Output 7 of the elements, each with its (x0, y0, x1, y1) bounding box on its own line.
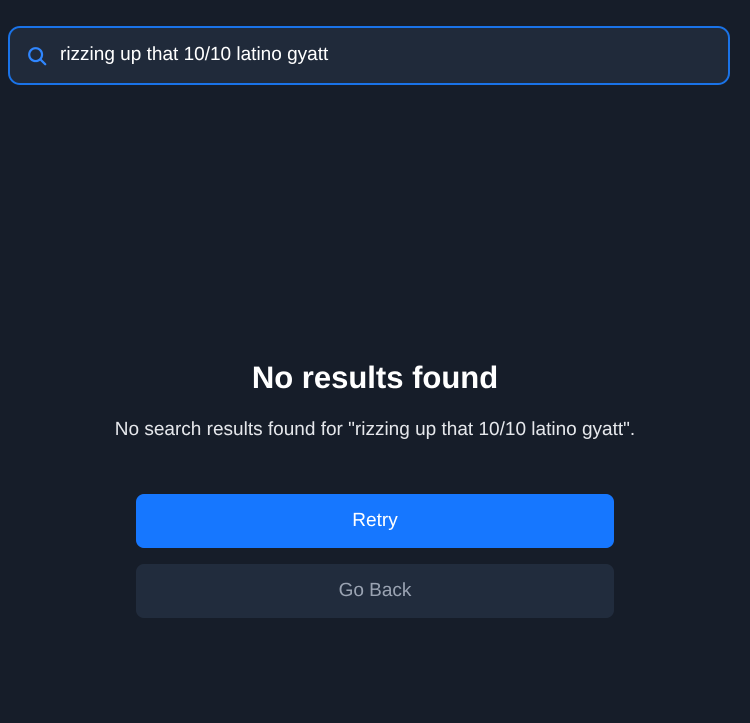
search-icon (26, 44, 48, 66)
search-query: rizzing up that 10/10 latino gyatt (60, 43, 328, 68)
empty-state-message: No search results found for "rizzing up that 10/10 latino gyatt". (114, 418, 636, 442)
back-button[interactable]: Go Back (136, 564, 614, 618)
search-field[interactable]: rizzing up that 10/10 latino gyatt (8, 26, 730, 85)
retry-button[interactable]: Retry (136, 494, 614, 548)
empty-state-title: No results found (252, 359, 498, 397)
